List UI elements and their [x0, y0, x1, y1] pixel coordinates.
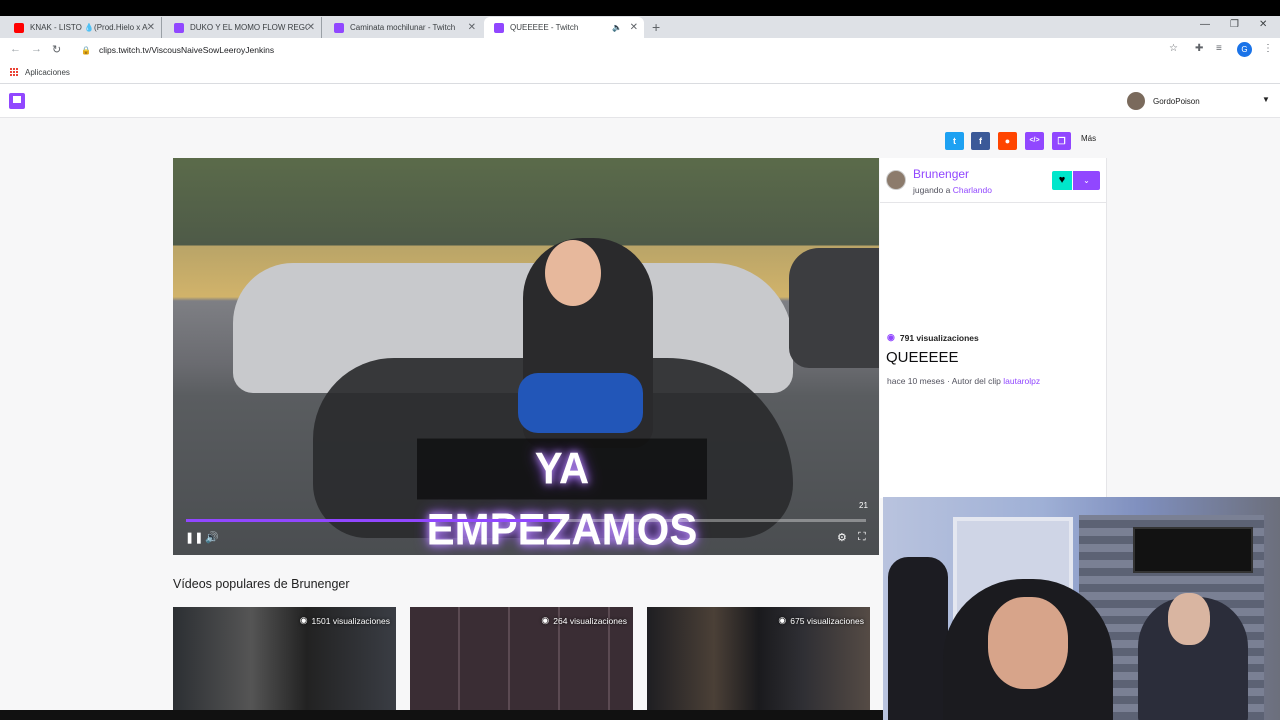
twitch-icon	[334, 22, 344, 33]
webcam-face-1	[988, 597, 1068, 689]
thumb-views: ◉ 1501 visualizaciones	[300, 615, 390, 626]
twitch-header: GordoPoison ▼	[0, 84, 1280, 118]
thumb-views-count: 264 visualizaciones	[553, 615, 627, 626]
youtube-icon	[14, 22, 24, 33]
user-menu[interactable]: GordoPoison	[1127, 92, 1200, 110]
close-icon[interactable]: ✕	[630, 22, 638, 33]
address-row: ← → ↻ 🔒 clips.twitch.tv/ViscousNaiveSowL…	[0, 38, 1280, 62]
username: GordoPoison	[1153, 96, 1200, 106]
webcam-tv	[1133, 527, 1253, 573]
time-indicator: 21	[859, 501, 868, 510]
tab-youtube[interactable]: KNAK - LISTO 💧(Prod.Hielo x Ar ✕	[4, 17, 162, 38]
twitch-icon	[174, 22, 184, 33]
playing-info: jugando a Charlando	[913, 185, 992, 195]
profile-avatar[interactable]: G	[1237, 42, 1252, 57]
tab-title: QUEEEEE - Twitch	[510, 23, 579, 32]
follow-dropdown-button[interactable]: ⌄	[1073, 171, 1100, 190]
new-tab-icon[interactable]: +	[652, 19, 660, 35]
popular-video-1[interactable]: ◉ 1501 visualizaciones	[173, 607, 396, 710]
video-caption: YA EMPEZAMOS	[417, 438, 707, 554]
lock-icon: 🔒	[81, 45, 91, 55]
address-bar[interactable]: 🔒 clips.twitch.tv/ViscousNaiveSowLeeroyJ…	[75, 41, 1190, 59]
top-black-bar	[0, 0, 1280, 16]
streamer-name[interactable]: Brunenger	[913, 167, 969, 181]
volume-icon[interactable]: 🔊	[205, 531, 219, 544]
close-icon[interactable]: ✕	[307, 22, 315, 33]
more-button[interactable]: Más	[1081, 134, 1096, 143]
eye-icon: ◉	[541, 615, 550, 625]
reload-icon[interactable]: ↻	[52, 43, 61, 56]
url-text: clips.twitch.tv/ViscousNaiveSowLeeroyJen…	[98, 45, 275, 55]
clip-meta: hace 10 meses · Autor del clip lautarolp…	[887, 376, 1040, 386]
video-frame-shorts	[518, 373, 643, 433]
speaker-icon[interactable]: 🔈	[612, 23, 622, 32]
follow-heart-icon[interactable]: ♥	[1052, 171, 1072, 190]
webcam-overlay	[883, 497, 1280, 720]
minimize-icon[interactable]: —	[1200, 19, 1210, 30]
close-icon[interactable]: ✕	[147, 22, 155, 33]
video-frame-head	[545, 240, 601, 306]
restore-icon[interactable]: ❐	[1230, 19, 1239, 30]
video-frame-car-2	[789, 248, 879, 368]
tab-twitch-2[interactable]: Caminata mochilunar - Twitch ✕	[324, 17, 482, 38]
popular-heading: Vídeos populares de Brunenger	[173, 577, 350, 591]
extensions-icon[interactable]: ✚	[1195, 43, 1203, 54]
copy-icon[interactable]: ❐	[1052, 132, 1071, 150]
tab-title: DUKO Y EL MOMO FLOW REGGA	[190, 23, 308, 32]
menu-icon[interactable]: ⋮	[1263, 43, 1273, 54]
progress-fill	[186, 519, 560, 522]
bookmarks-bar: Aplicaciones	[0, 62, 1280, 84]
apps-icon[interactable]	[10, 68, 19, 77]
back-icon[interactable]: ←	[10, 43, 21, 55]
playing-prefix: jugando a	[913, 185, 951, 195]
clip-title: QUEEEEE	[886, 349, 959, 366]
tab-active[interactable]: QUEEEEE - Twitch 🔈 ✕	[484, 17, 644, 38]
twitter-icon[interactable]: t	[945, 132, 964, 150]
eye-icon: ◉	[299, 615, 308, 625]
clip-author-link[interactable]: lautarolpz	[1003, 376, 1040, 386]
clip-info-panel: Brunenger jugando a Charlando ♥ ⌄ ◉ 791 …	[880, 158, 1107, 498]
embed-icon[interactable]: </>	[1025, 132, 1044, 150]
close-window-icon[interactable]: ✕	[1259, 19, 1267, 30]
facebook-icon[interactable]: f	[971, 132, 990, 150]
reddit-icon[interactable]: ●	[998, 132, 1017, 150]
thumb-views: ◉ 675 visualizaciones	[778, 615, 864, 626]
twitch-icon	[494, 22, 504, 33]
eye-icon: ◉	[887, 332, 895, 342]
streamer-avatar[interactable]	[886, 170, 906, 190]
chevron-down-icon[interactable]: ▼	[1262, 95, 1270, 104]
apps-label[interactable]: Aplicaciones	[25, 68, 70, 77]
progress-bar[interactable]	[186, 519, 866, 522]
thumb-views-count: 1501 visualizaciones	[311, 615, 390, 626]
tab-title: Caminata mochilunar - Twitch	[350, 23, 456, 32]
popular-video-3[interactable]: ◉ 675 visualizaciones	[647, 607, 870, 710]
game-link[interactable]: Charlando	[953, 185, 992, 195]
views-count: 791 visualizaciones	[899, 332, 979, 343]
tab-strip: KNAK - LISTO 💧(Prod.Hielo x Ar ✕ DUKO Y …	[0, 16, 1280, 38]
avatar	[1127, 92, 1145, 110]
popular-video-2[interactable]: ◉ 264 visualizaciones	[410, 607, 633, 710]
forward-icon[interactable]: →	[31, 43, 42, 55]
star-icon[interactable]: ☆	[1169, 43, 1178, 54]
tab-twitch-1[interactable]: DUKO Y EL MOMO FLOW REGGA ✕	[164, 17, 322, 38]
thumb-views-count: 675 visualizaciones	[790, 615, 864, 626]
webcam-face-2	[1168, 593, 1210, 645]
fullscreen-icon[interactable]: ⛶	[858, 531, 866, 544]
thumb-views: ◉ 264 visualizaciones	[541, 615, 627, 626]
twitch-logo-icon[interactable]	[9, 93, 25, 109]
close-icon[interactable]: ✕	[468, 22, 476, 33]
video-player[interactable]: YA EMPEZAMOS 21 ❚❚ 🔊 ⚙ ⛶	[173, 158, 879, 555]
streamer-info: Brunenger jugando a Charlando ♥ ⌄	[880, 158, 1107, 203]
settings-gear-icon[interactable]: ⚙	[837, 531, 847, 544]
clip-meta-prefix: hace 10 meses · Autor del clip	[887, 376, 1001, 386]
clip-views: ◉ 791 visualizaciones	[887, 332, 979, 343]
eye-icon: ◉	[778, 615, 787, 625]
media-icon[interactable]: ≡	[1216, 43, 1222, 54]
pause-icon[interactable]: ❚❚	[185, 531, 203, 544]
webcam-chair	[888, 557, 948, 720]
tab-title: KNAK - LISTO 💧(Prod.Hielo x Ar	[30, 23, 148, 32]
bottom-black-bar	[0, 710, 883, 720]
browser-chrome: KNAK - LISTO 💧(Prod.Hielo x Ar ✕ DUKO Y …	[0, 16, 1280, 84]
